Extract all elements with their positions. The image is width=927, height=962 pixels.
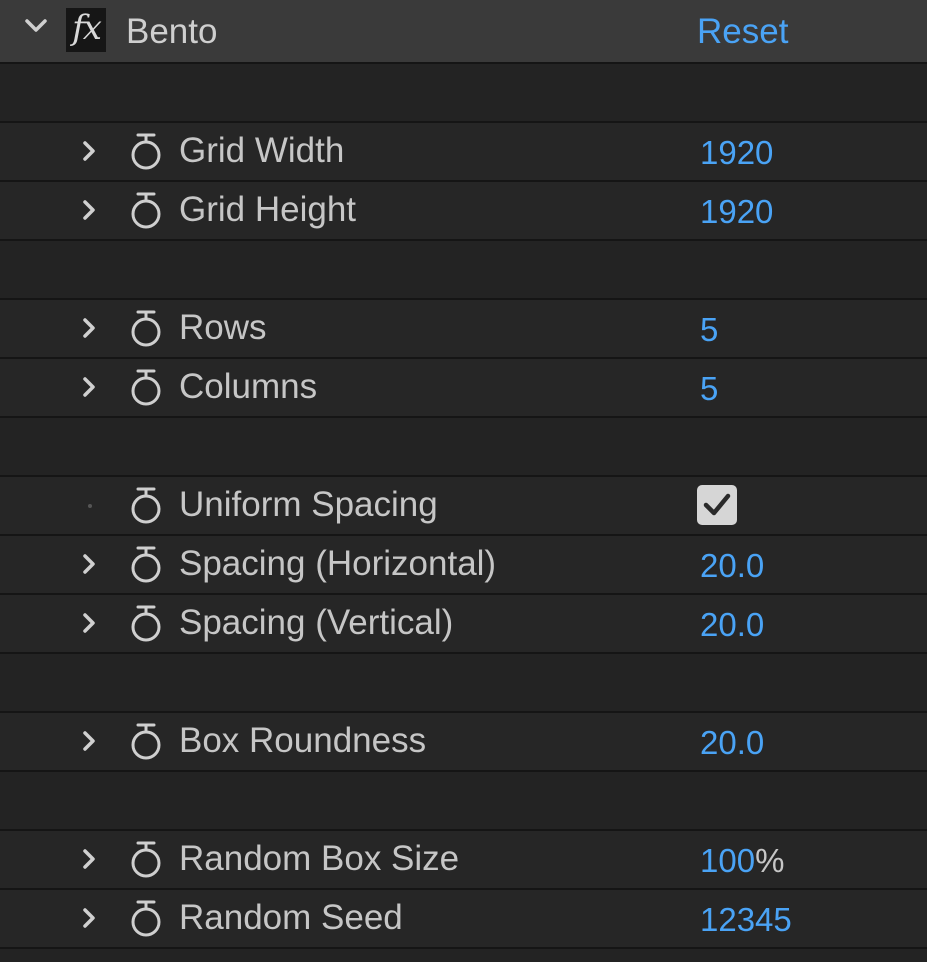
- stopwatch-icon[interactable]: [128, 544, 164, 584]
- effect-controls-panel: fx Bento Reset Grid Width 1920 Grid Heig…: [0, 0, 927, 962]
- property-row-grid-width: Grid Width 1920: [0, 121, 927, 180]
- stopwatch-icon[interactable]: [128, 190, 164, 230]
- property-row-box-roundness: Box Roundness 20.0: [0, 711, 927, 770]
- property-row-random-box-size: Random Box Size 100%: [0, 829, 927, 888]
- property-row-spacing-horizontal: Spacing (Horizontal) 20.0: [0, 534, 927, 593]
- property-value[interactable]: 20.0: [700, 544, 764, 588]
- group-spacer: [0, 947, 927, 962]
- stopwatch-icon[interactable]: [128, 131, 164, 171]
- property-unit: %: [755, 842, 785, 879]
- stopwatch-icon[interactable]: [128, 898, 164, 938]
- property-label: Grid Height: [179, 190, 357, 229]
- chevron-right-icon[interactable]: [80, 907, 98, 929]
- effect-header: fx Bento Reset: [0, 0, 927, 64]
- checkmark-icon: [703, 493, 731, 516]
- property-label: Rows: [179, 308, 267, 347]
- property-row-columns: Columns 5: [0, 357, 927, 416]
- chevron-right-icon[interactable]: [80, 140, 98, 162]
- chevron-right-icon[interactable]: [80, 376, 98, 398]
- group-spacer: [0, 416, 927, 475]
- property-value[interactable]: 1920: [700, 190, 773, 234]
- group-spacer: [0, 652, 927, 711]
- property-label: Uniform Spacing: [179, 485, 438, 524]
- chevron-right-icon[interactable]: [80, 612, 98, 634]
- chevron-right-icon[interactable]: [80, 848, 98, 870]
- property-label: Random Box Size: [179, 839, 460, 878]
- property-row-uniform-spacing: Uniform Spacing: [0, 475, 927, 534]
- property-label: Columns: [179, 367, 318, 406]
- property-row-grid-height: Grid Height 1920: [0, 180, 927, 239]
- effect-name: Bento: [126, 12, 218, 51]
- stopwatch-icon[interactable]: [128, 485, 164, 525]
- no-twisty-dot: [88, 504, 92, 508]
- chevron-right-icon[interactable]: [80, 553, 98, 575]
- property-value[interactable]: 100%: [700, 839, 784, 883]
- property-value[interactable]: 1920: [700, 131, 773, 175]
- stopwatch-icon[interactable]: [128, 839, 164, 879]
- property-label: Box Roundness: [179, 721, 427, 760]
- stopwatch-icon[interactable]: [128, 721, 164, 761]
- chevron-down-icon[interactable]: [24, 14, 48, 38]
- property-label: Random Seed: [179, 898, 403, 937]
- property-row-random-seed: Random Seed 12345: [0, 888, 927, 947]
- property-label: Spacing (Horizontal): [179, 544, 497, 583]
- property-number[interactable]: 100: [700, 842, 755, 879]
- property-value[interactable]: 12345: [700, 898, 792, 942]
- property-row-spacing-vertical: Spacing (Vertical) 20.0: [0, 593, 927, 652]
- property-value[interactable]: 20.0: [700, 603, 764, 647]
- property-value[interactable]: 5: [700, 367, 718, 411]
- fx-toggle-icon[interactable]: fx: [66, 8, 106, 52]
- property-label: Grid Width: [179, 131, 345, 170]
- uniform-spacing-checkbox[interactable]: [697, 485, 737, 525]
- group-spacer: [0, 770, 927, 829]
- group-spacer: [0, 239, 927, 298]
- stopwatch-icon[interactable]: [128, 367, 164, 407]
- property-value[interactable]: 20.0: [700, 721, 764, 765]
- property-value[interactable]: 5: [700, 308, 718, 352]
- property-row-rows: Rows 5: [0, 298, 927, 357]
- chevron-right-icon[interactable]: [80, 199, 98, 221]
- property-label: Spacing (Vertical): [179, 603, 454, 642]
- chevron-right-icon[interactable]: [80, 730, 98, 752]
- reset-button[interactable]: Reset: [697, 10, 788, 54]
- stopwatch-icon[interactable]: [128, 308, 164, 348]
- group-spacer: [0, 62, 927, 121]
- stopwatch-icon[interactable]: [128, 603, 164, 643]
- chevron-right-icon[interactable]: [80, 317, 98, 339]
